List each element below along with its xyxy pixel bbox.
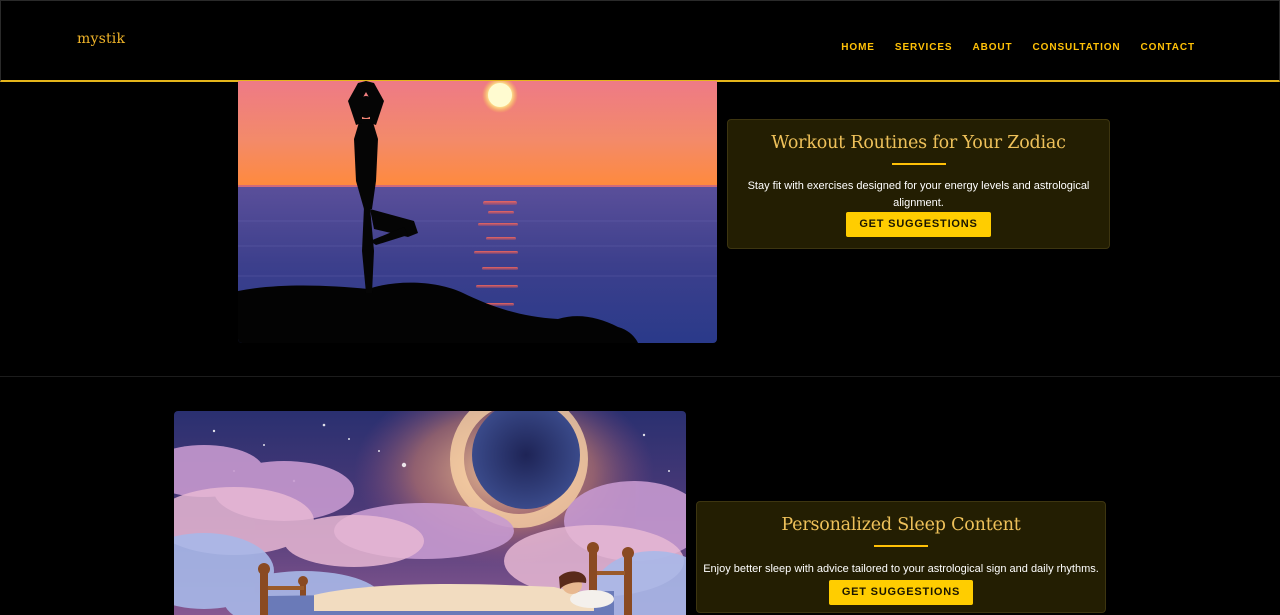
sleep-card: Personalized Sleep Content Enjoy better … — [696, 501, 1106, 613]
sleep-get-suggestions-button[interactable]: GET SUGGESTIONS — [828, 580, 974, 605]
workout-get-suggestions-button[interactable]: GET SUGGESTIONS — [846, 212, 991, 237]
sleep-image — [174, 411, 686, 615]
brand-logo[interactable]: mystik — [77, 31, 125, 47]
nav-menu: HOME SERVICES ABOUT CONSULTATION CONTACT — [841, 42, 1195, 53]
navbar: mystik HOME SERVICES ABOUT CONSULTATION … — [0, 0, 1280, 82]
section-divider — [0, 376, 1280, 377]
sleep-card-title: Personalized Sleep Content — [781, 515, 1021, 535]
nav-link-consultation[interactable]: CONSULTATION — [1033, 42, 1121, 53]
nav-link-services[interactable]: SERVICES — [895, 42, 953, 53]
title-underline — [874, 545, 928, 547]
nav-link-about[interactable]: ABOUT — [972, 42, 1012, 53]
workout-card-text: Stay fit with exercises designed for you… — [747, 180, 1090, 209]
workout-card: Workout Routines for Your Zodiac Stay fi… — [727, 119, 1110, 249]
workout-card-title: Workout Routines for Your Zodiac — [771, 133, 1066, 153]
sleep-card-text: Enjoy better sleep with advice tailored … — [703, 563, 1099, 575]
title-underline — [891, 163, 946, 165]
nav-link-contact[interactable]: CONTACT — [1141, 42, 1195, 53]
nav-link-home[interactable]: HOME — [841, 42, 875, 53]
workout-image — [238, 81, 717, 343]
